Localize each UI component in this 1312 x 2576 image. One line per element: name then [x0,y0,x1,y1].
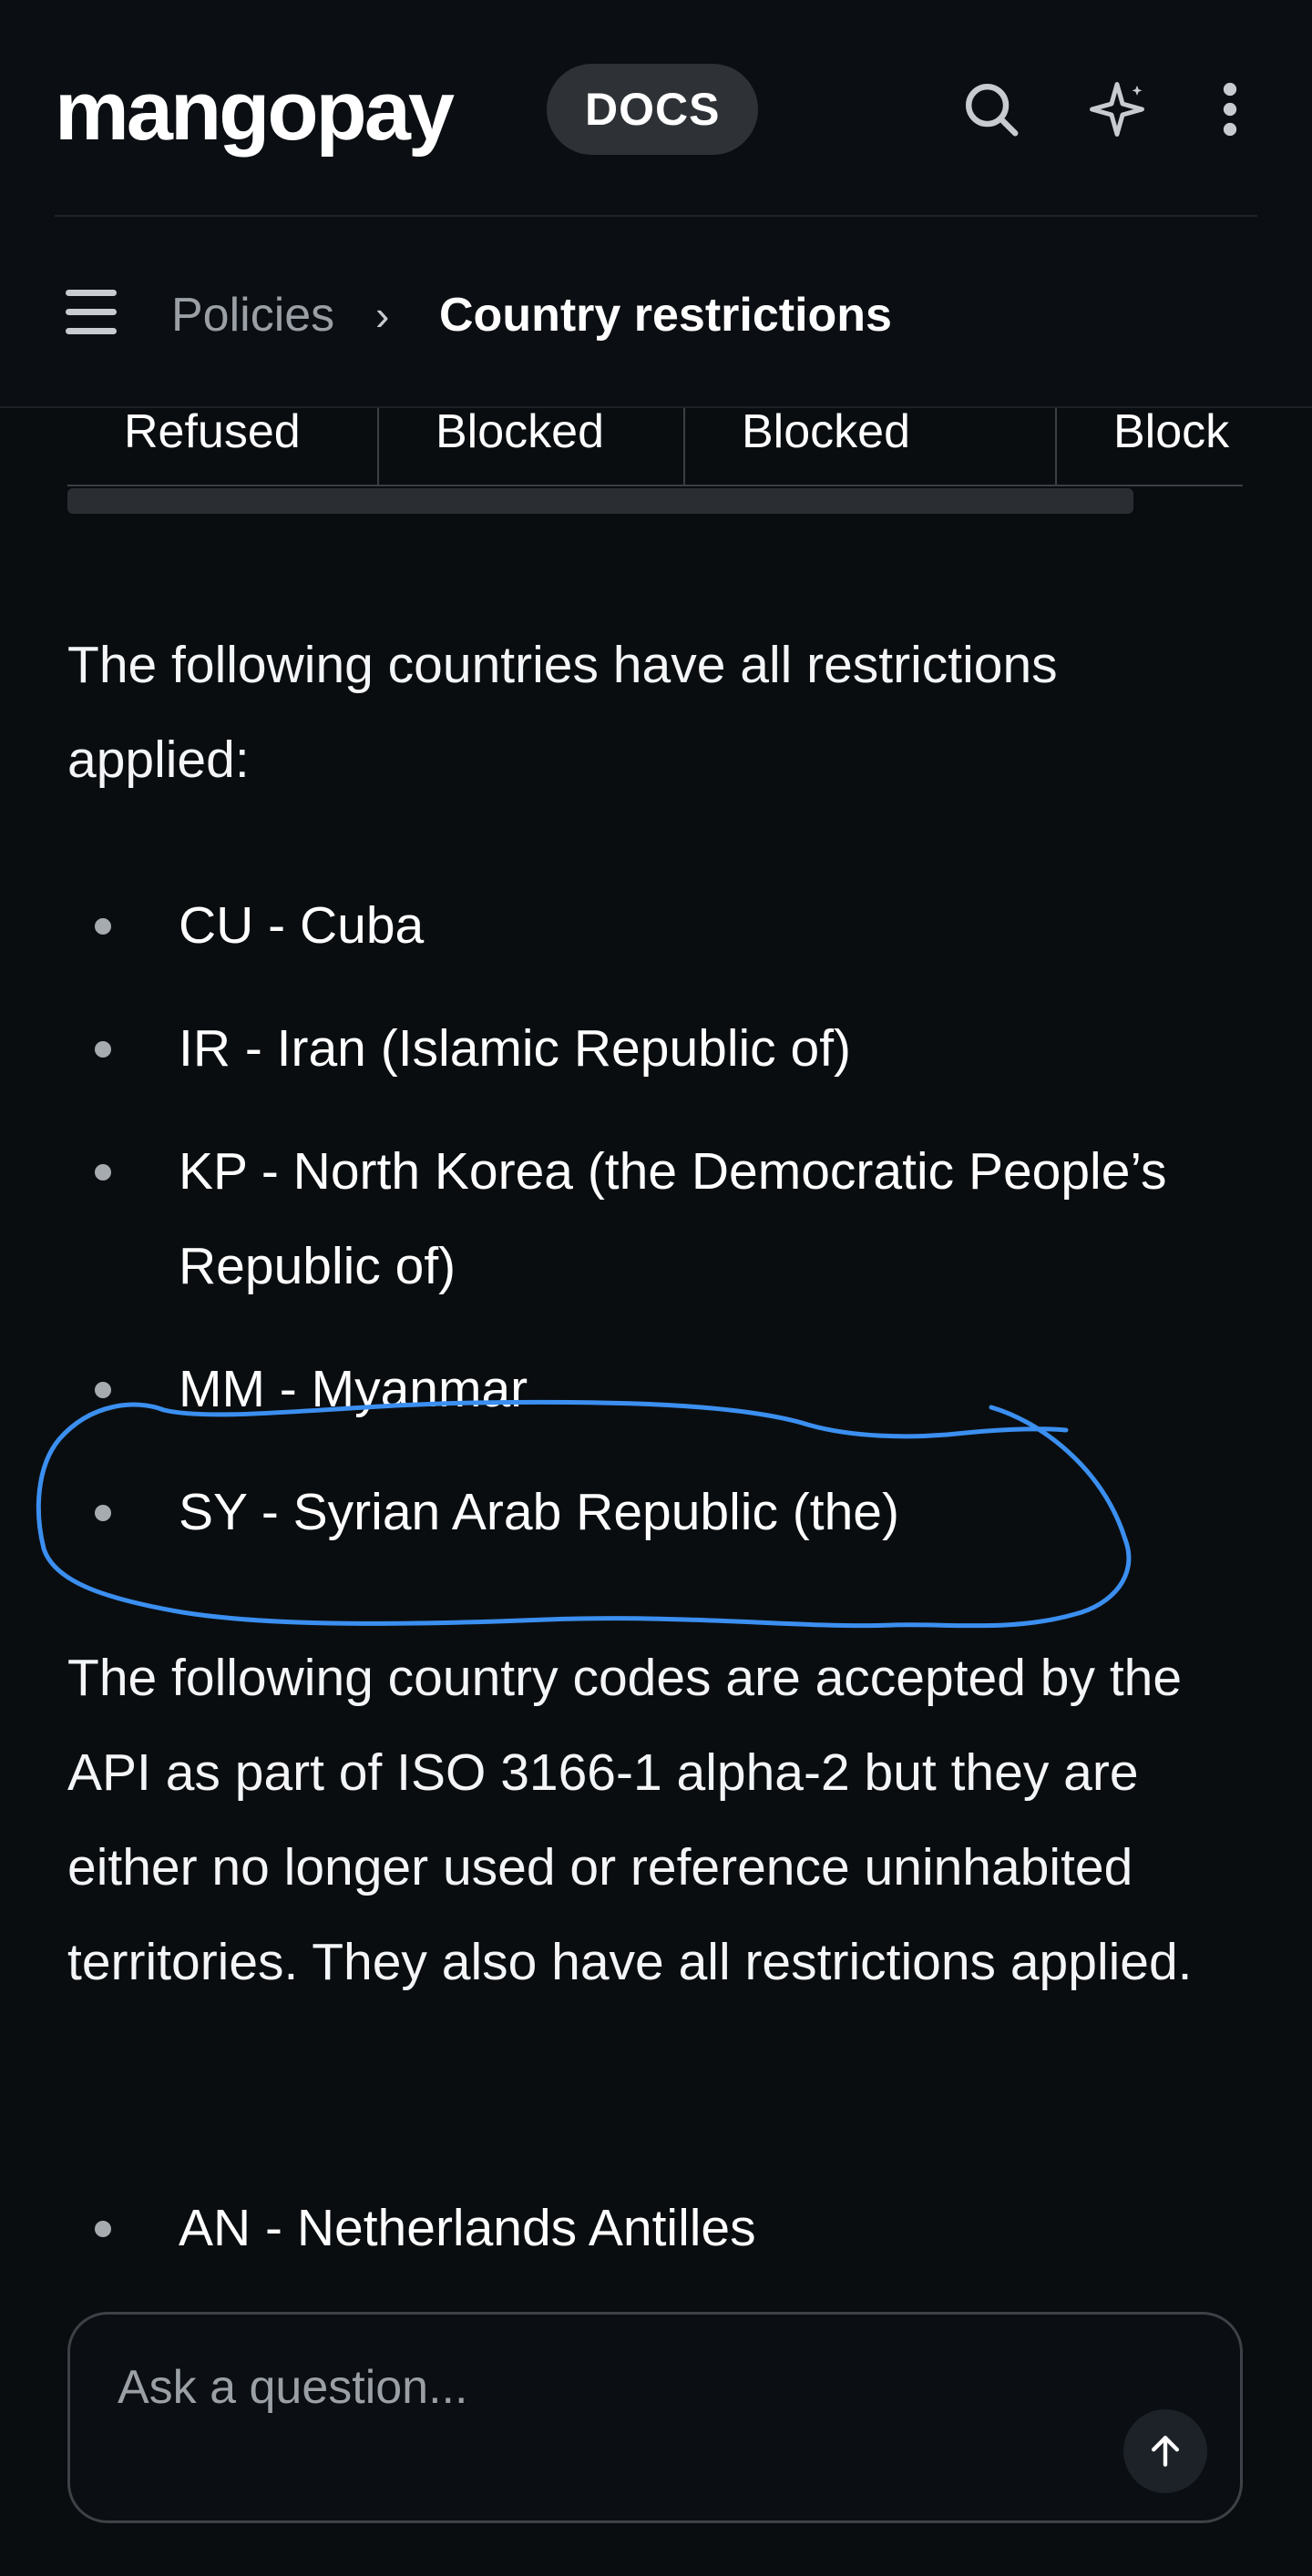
list-item: MM - Myanmar [67,1342,1252,1436]
header-divider [55,215,1257,217]
arrow-up-icon [1151,2436,1180,2467]
list-item-text: AN - Netherlands Antilles [179,2199,756,2257]
list-item-text: SY - Syrian Arab Republic (the) [179,1483,899,1541]
inactive-codes-paragraph: The following country codes are accepted… [67,1649,1193,1991]
table-cell: Blocked [685,408,1057,486]
list-item: KP - North Korea (the Democratic People’… [67,1124,1252,1314]
table-horizontal-scrollbar[interactable] [67,488,1133,514]
restricted-countries-list: CU - Cuba IR - Iran (Islamic Republic of… [67,878,1252,1588]
ask-question-input[interactable] [118,2351,1029,2424]
chevron-right-icon: › [375,291,390,339]
sparkle-icon [1090,82,1144,137]
send-question-button[interactable] [1123,2409,1207,2493]
list-item-text: MM - Myanmar [179,1360,528,1418]
docs-badge[interactable]: DOCS [547,64,759,155]
all-restrictions-intro: The following countries have all restric… [67,636,1058,789]
breadcrumb: Policies › Country restrictions [66,273,1257,355]
list-item-text: IR - Iran (Islamic Republic of) [179,1019,852,1078]
table-cell: Block [1057,408,1243,486]
page: mangopay DOCS Policies › Country restric… [0,0,1312,2576]
table-cell: Refused [67,408,379,486]
list-item: CU - Cuba [67,878,1252,973]
mangopay-logo[interactable]: mangopay [55,69,455,153]
hamburger-menu-icon[interactable] [66,290,117,335]
bullet-icon [95,1164,111,1181]
restrictions-table-fragment: Refused Blocked Blocked Block [67,408,1243,486]
list-item-text: KP - North Korea (the Democratic People’… [179,1142,1167,1295]
bullet-icon [95,1382,111,1398]
site-header: mangopay DOCS Policies › Country restric… [0,0,1312,408]
list-item: IR - Iran (Islamic Republic of) [67,1001,1252,1096]
list-item: SY - Syrian Arab Republic (the) [67,1465,1252,1559]
top-bar: mangopay DOCS [55,44,1257,177]
list-item: AN - Netherlands Antilles [67,2181,1252,2275]
ask-question-box [67,2312,1243,2523]
more-options-button[interactable] [1192,71,1268,148]
search-icon [966,84,1019,137]
bullet-icon [95,918,111,935]
search-button[interactable] [953,71,1030,148]
ai-assistant-button[interactable] [1079,71,1155,148]
list-item-text: CU - Cuba [179,896,425,955]
breadcrumb-parent-link[interactable]: Policies [171,286,334,344]
bullet-icon [95,2221,111,2237]
breadcrumb-current-page: Country restrictions [439,289,892,342]
bullet-icon [95,1505,111,1521]
table-cell: Blocked [379,408,685,486]
more-vertical-icon [1223,82,1237,137]
bullet-icon [95,1041,111,1058]
inactive-codes-list: AN - Netherlands Antilles [67,2181,1252,2304]
